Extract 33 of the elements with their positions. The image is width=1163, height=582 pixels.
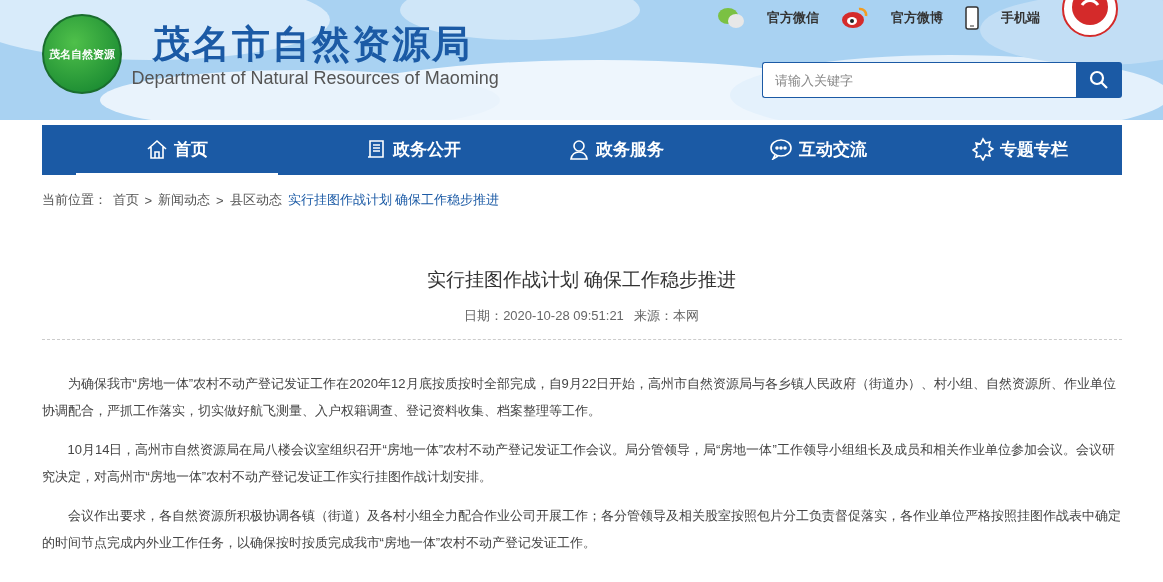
breadcrumb-link[interactable]: 新闻动态 [158, 191, 211, 209]
home-icon [145, 138, 168, 160]
header-link[interactable]: 官方微博 [890, 9, 943, 27]
breadcrumb-link[interactable]: 县区动态 [229, 191, 282, 209]
article-source: 来源：本网 [633, 307, 699, 325]
chat-bubbles-icon [716, 6, 745, 30]
nav-tab[interactable]: 政务公开 [311, 125, 515, 175]
breadcrumb-link[interactable]: 首页 [112, 191, 139, 209]
site-subtitle: Department of Natural Resources of Maoming [131, 67, 499, 89]
person-icon [567, 138, 590, 160]
article-paragraph: 10月14日，高州市自然资源局在局八楼会议室组织召开“房地一体”农村不动产登记发证工作会议。局分管领导，局“房地一体”工作领导小组组长及成员和相关作业单位参加会议。会议研究决定，对高州市“房地一体”农村不动产登记发证工作实行挂图作战计划安排。 [41, 441, 1116, 486]
article-paragraph: 会议作出要求，各自然资源所积极协调各镇（街道）及各村小组全力配合作业公司开展工作；各分管领导及相关股室按照包片分工负责督促落实，各作业单位严格按照挂图作战表中确定的时间节点完成内外业工作任务，以确保按时按质完成我市“房地一体”农村不动产登记发证工作。 [41, 507, 1122, 552]
search-icon [1088, 70, 1109, 90]
nav-tab[interactable]: 互动交流 [716, 125, 920, 175]
article-paragraph: 为确保我市“房地一体”农村不动产登记发证工作在2020年12月底按质按时全部完成，自9月22日开始，高州市自然资源局与各乡镇人民政府（街道办）、村小组、自然资源所、作业单位协调配合，严抓工作落实，切实做好航飞测量、入户权籍调查、登记资料收集、档案整理等工作。 [41, 375, 1118, 420]
phone-icon [964, 6, 979, 30]
search-field[interactable]: 请输入关键字 [761, 62, 1076, 98]
header-link[interactable]: 手机端 [1000, 9, 1040, 27]
search-button[interactable] [1075, 62, 1122, 98]
nav-tab[interactable]: 专题专栏 [919, 125, 1122, 175]
chat-icon [768, 138, 793, 160]
article-title: 实行挂图作战计划 确保工作稳步推进 [425, 268, 738, 292]
breadcrumb-separator: > [216, 192, 224, 208]
nav-tab[interactable]: 首页 [75, 125, 278, 175]
site-title: 茂名市自然资源局 [150, 21, 473, 67]
eye-logo-icon [840, 6, 869, 30]
header-link[interactable]: 官方微信 [766, 9, 819, 27]
award-icon [972, 137, 995, 161]
article-date: 日期：2020-10-28 09:51:21 [464, 307, 624, 325]
breadcrumb-separator: > [144, 192, 153, 208]
breadcrumb-label: 当前位置： [41, 191, 107, 209]
breadcrumb-current: 实行挂图作战计划 确保工作稳步推进 [287, 191, 500, 209]
nav-tab[interactable]: 政务服务 [514, 125, 717, 175]
